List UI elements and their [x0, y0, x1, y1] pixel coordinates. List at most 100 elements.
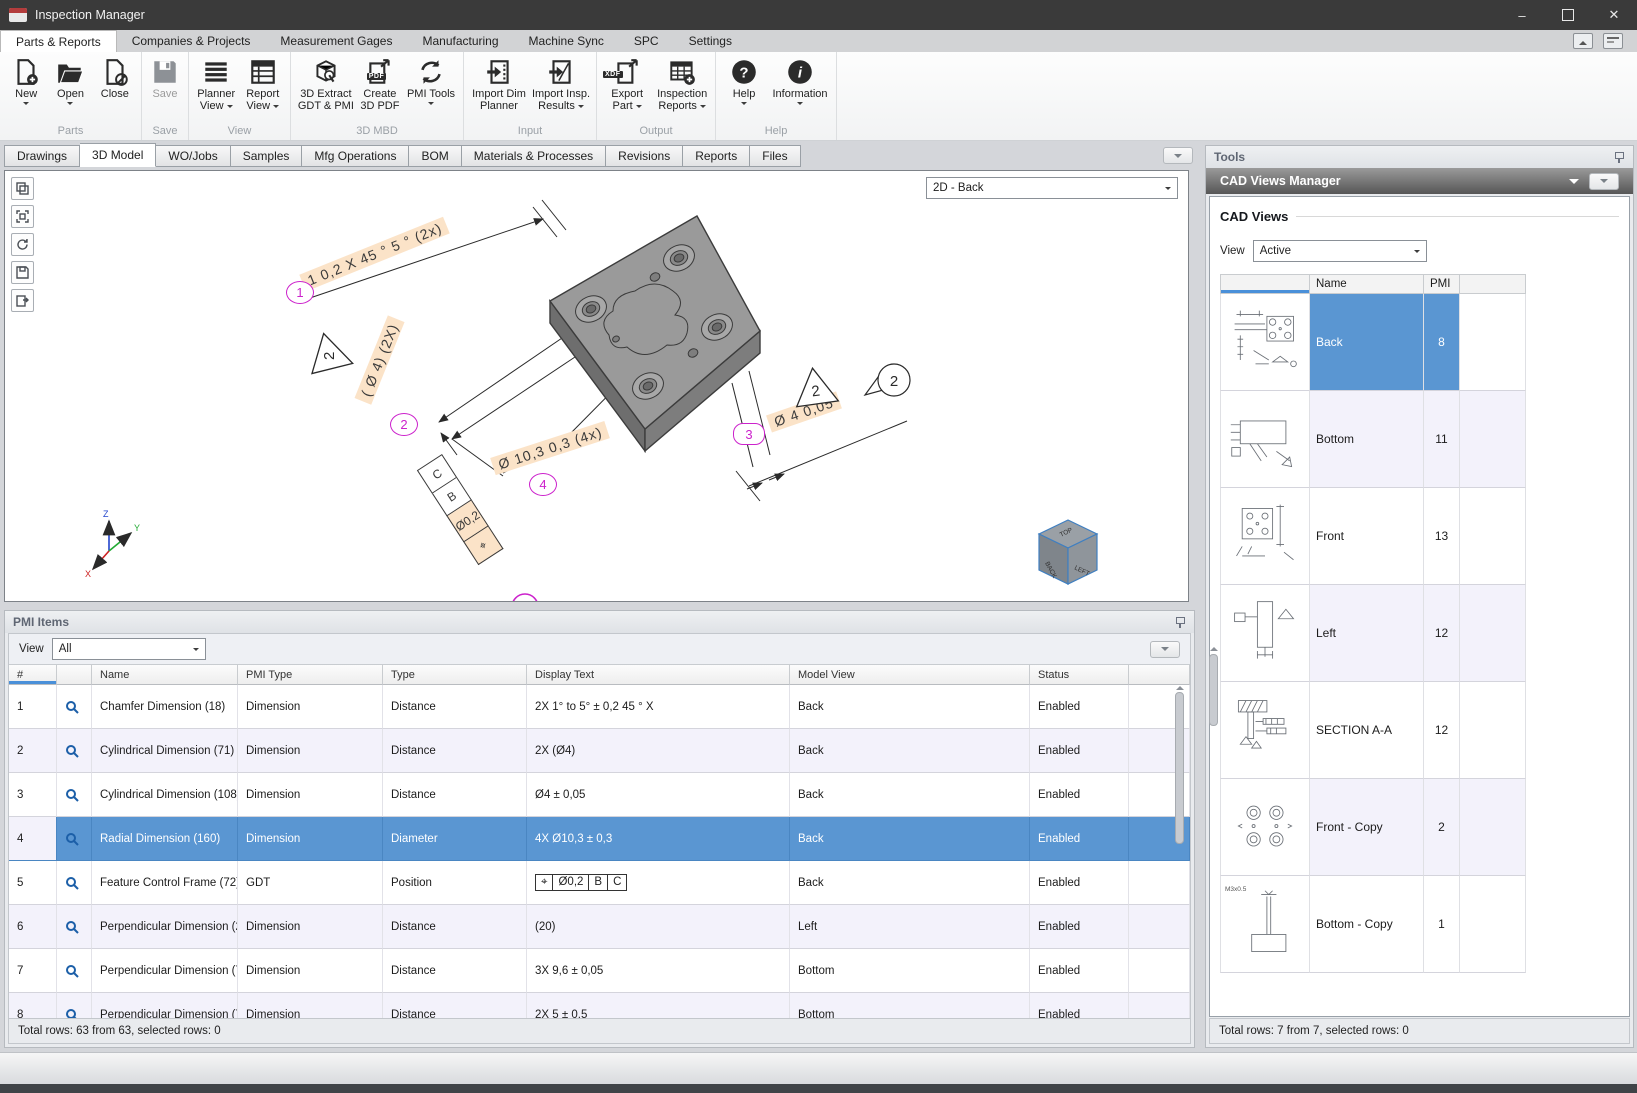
menu-tab-settings[interactable]: Settings — [674, 30, 747, 52]
table-row[interactable]: 1 Chamfer Dimension (18)DimensionDistanc… — [9, 685, 1190, 729]
cad-view-row-left[interactable]: Left 12 — [1220, 585, 1619, 682]
col-status[interactable]: Status — [1030, 665, 1129, 685]
pmi-tools-button[interactable]: PMI Tools — [403, 55, 459, 105]
rotate-view-button[interactable] — [11, 233, 34, 256]
menu-tab-spc[interactable]: SPC — [619, 30, 674, 52]
create-3d-pdf-button[interactable]: PDF Create 3D PDF — [357, 55, 403, 112]
cad-views-manager-bar[interactable]: CAD Views Manager — [1206, 168, 1633, 194]
scrollbar-thumb[interactable] — [1209, 654, 1218, 726]
feedback-icon[interactable] — [1603, 33, 1623, 49]
save-view-button[interactable] — [11, 261, 34, 284]
col-display-text[interactable]: Display Text — [527, 665, 790, 685]
cad-view-row-bottom-copy[interactable]: M3x0.5 Bottom - Copy 1 — [1220, 876, 1619, 973]
menu-tab-measurement-gages[interactable]: Measurement Gages — [265, 30, 407, 52]
cad-view-row-bottom[interactable]: Bottom 11 — [1220, 391, 1619, 488]
collapse-manager-button[interactable] — [1589, 173, 1619, 190]
menu-tab-manufacturing[interactable]: Manufacturing — [407, 30, 513, 52]
export-part-button[interactable]: XDF Export Part — [601, 55, 653, 112]
magnifier-icon[interactable] — [57, 817, 92, 861]
magnifier-icon[interactable] — [57, 905, 92, 949]
pmi-table-scrollbar[interactable] — [1174, 686, 1185, 1022]
tab-materials-processes[interactable]: Materials & Processes — [462, 145, 606, 167]
tab-wo-jobs[interactable]: WO/Jobs — [156, 145, 230, 167]
scroll-up-icon[interactable] — [1176, 686, 1184, 690]
col-thumbnail[interactable] — [1220, 274, 1310, 294]
close-button-ribbon[interactable]: Close — [93, 55, 137, 100]
cad-views-dropdown[interactable]: Active — [1253, 240, 1427, 262]
export-image-button[interactable] — [11, 289, 34, 312]
magnifier-icon[interactable] — [57, 685, 92, 729]
col-name[interactable]: Name — [1310, 274, 1424, 294]
balloon-4[interactable]: 4 — [529, 473, 557, 496]
information-button[interactable]: i Information — [768, 55, 832, 105]
tab-revisions[interactable]: Revisions — [606, 145, 683, 167]
table-row[interactable]: 3 Cylindrical Dimension (108)DimensionDi… — [9, 773, 1190, 817]
table-row[interactable]: 2 Cylindrical Dimension (71)DimensionDis… — [9, 729, 1190, 773]
help-button[interactable]: ? Help — [720, 55, 768, 105]
magnifier-icon[interactable] — [57, 773, 92, 817]
inspection-reports-button[interactable]: Inspection Reports — [653, 55, 711, 112]
chevron-down-icon — [227, 105, 233, 108]
table-row-selected[interactable]: 4 Radial Dimension (160)DimensionDiamete… — [9, 817, 1190, 861]
table-row[interactable]: 6 Perpendicular Dimension (20)DimensionD… — [9, 905, 1190, 949]
scroll-up-icon[interactable] — [1210, 647, 1218, 651]
tab-drawings[interactable]: Drawings — [4, 145, 80, 167]
balloon-1[interactable]: 1 — [286, 281, 314, 304]
capture-view-button[interactable] — [11, 177, 34, 200]
table-row[interactable]: 7 Perpendicular Dimension (75)DimensionD… — [9, 949, 1190, 993]
maximize-button[interactable] — [1545, 0, 1591, 30]
pin-icon[interactable] — [1613, 151, 1625, 163]
leader-balloon-2[interactable]: 2 — [861, 361, 915, 403]
scrollbar-thumb[interactable] — [1175, 692, 1184, 844]
minimize-button[interactable]: – — [1499, 0, 1545, 30]
planner-view-button[interactable]: Planner View — [193, 55, 240, 112]
balloon-3[interactable]: 3 — [733, 423, 765, 445]
report-view-button[interactable]: Report View — [240, 55, 287, 112]
col-name[interactable]: Name — [92, 665, 238, 685]
extract-gdt-pmi-button[interactable]: 3D Extract GDT & PMI — [295, 55, 357, 112]
pmi-view-dropdown[interactable]: All — [52, 638, 206, 660]
3d-viewport[interactable]: Z Y X TOP BACK LEFT 1 0,2 X 45 ° 5 ° (2x… — [4, 170, 1189, 602]
tab-mfg-operations[interactable]: Mfg Operations — [302, 145, 409, 167]
menu-tab-machine-sync[interactable]: Machine Sync — [514, 30, 619, 52]
maximize-icon — [1562, 9, 1574, 21]
magnifier-icon[interactable] — [57, 949, 92, 993]
import-insp-results-button[interactable]: Import Insp. Results — [530, 55, 592, 112]
import-dim-planner-button[interactable]: Import Dim Planner — [468, 55, 530, 112]
menu-tab-companies-projects[interactable]: Companies & Projects — [117, 30, 266, 52]
tab-samples[interactable]: Samples — [231, 145, 303, 167]
cad-view-row-section[interactable]: SECTION A-A 12 — [1220, 682, 1619, 779]
col-type[interactable]: Type — [383, 665, 527, 685]
open-button[interactable]: Open — [48, 55, 92, 105]
col-pmi-type[interactable]: PMI Type — [238, 665, 383, 685]
tab-3d-model[interactable]: 3D Model — [80, 143, 156, 167]
view-selector-dropdown[interactable]: 2D - Back — [926, 177, 1178, 199]
cad-view-row-front[interactable]: Front 13 — [1220, 488, 1619, 585]
cad-views-scrollbar[interactable] — [1208, 647, 1219, 847]
save-button[interactable]: Save — [146, 55, 184, 100]
fit-view-button[interactable] — [11, 205, 34, 228]
cad-view-row-front-copy[interactable]: Front - Copy 2 — [1220, 779, 1619, 876]
collapse-pmi-button[interactable] — [1150, 641, 1180, 658]
col-num[interactable]: # — [9, 665, 57, 685]
col-pmi[interactable]: PMI — [1424, 274, 1460, 294]
chevron-down-icon[interactable] — [1569, 179, 1579, 184]
new-button[interactable]: New — [4, 55, 48, 105]
menu-tab-parts-reports[interactable]: Parts & Reports — [0, 30, 117, 52]
ribbon-group-input: Import Dim Planner Import Insp. Results … — [464, 52, 597, 140]
close-button[interactable]: ✕ — [1591, 0, 1637, 30]
pin-icon[interactable] — [1174, 616, 1186, 628]
balloon-2[interactable]: 2 — [390, 413, 418, 436]
cad-view-row-back[interactable]: Back 8 — [1220, 294, 1619, 391]
col-zoom[interactable] — [57, 665, 92, 685]
tab-reports[interactable]: Reports — [683, 145, 750, 167]
col-model-view[interactable]: Model View — [790, 665, 1030, 685]
magnifier-icon[interactable] — [57, 729, 92, 773]
magnifier-icon[interactable] — [57, 861, 92, 905]
collapse-viewport-button[interactable] — [1163, 147, 1193, 164]
datum-flag-right[interactable]: 2 — [789, 363, 840, 409]
table-row[interactable]: 5 Feature Control Frame (72)GDTPosition … — [9, 861, 1190, 905]
collapse-ribbon-icon[interactable] — [1573, 33, 1593, 49]
tab-files[interactable]: Files — [750, 145, 800, 167]
tab-bom[interactable]: BOM — [409, 145, 461, 167]
